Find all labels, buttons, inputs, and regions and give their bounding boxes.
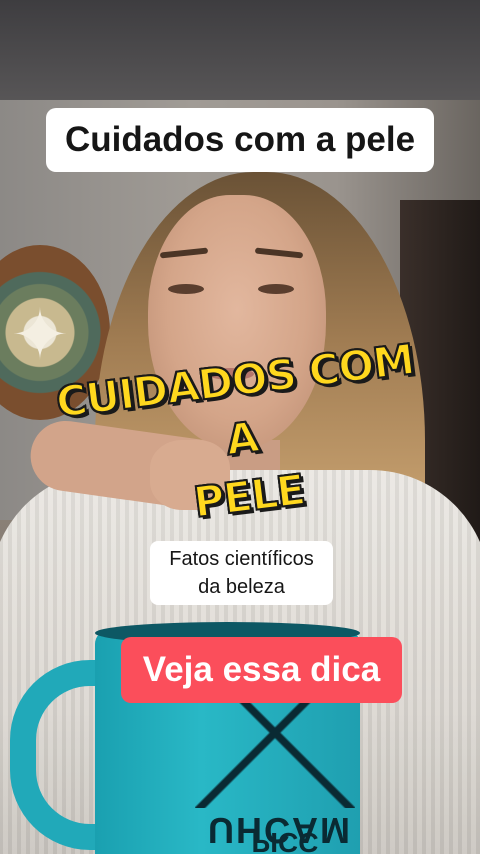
video-frame[interactable]: ✦ UHCAM PICC Cuidados com a pele CUIDADO… [0, 0, 480, 854]
cta-button[interactable]: Veja essa dica [121, 637, 402, 703]
top-caption: Cuidados com a pele [46, 108, 434, 172]
cta-button-label: Veja essa dica [142, 650, 381, 689]
ceiling [0, 0, 480, 110]
top-caption-text: Cuidados com a pele [64, 120, 416, 159]
fact-caption-line-1: Fatos científicos [169, 548, 314, 570]
left-eye [168, 284, 204, 294]
plate-star-icon: ✦ [10, 296, 70, 374]
fact-caption: Fatos científicos da beleza [150, 541, 333, 605]
right-eye [258, 284, 294, 294]
mug-print-line-2: PICC [251, 827, 319, 854]
fact-caption-line-2: da beleza [198, 576, 285, 598]
